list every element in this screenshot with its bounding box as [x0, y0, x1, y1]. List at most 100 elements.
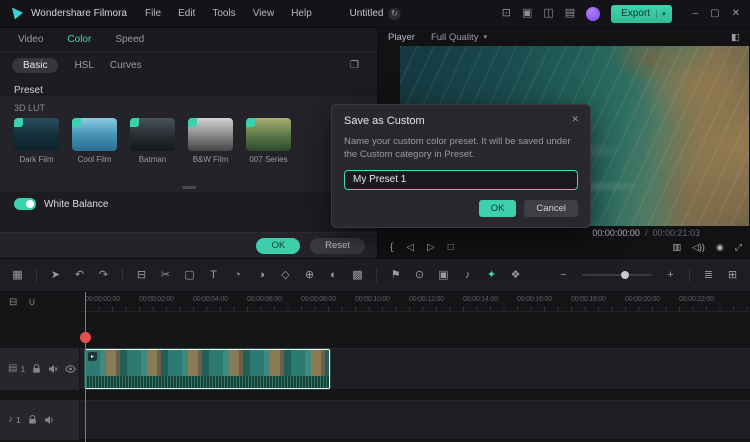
mark-in-icon[interactable]: {: [390, 242, 393, 253]
lut-item-bw-film[interactable]: B&W Film: [188, 118, 233, 164]
crop-icon[interactable]: ▢: [184, 269, 195, 281]
tab-speed[interactable]: Speed: [115, 34, 144, 45]
lut-item-batman[interactable]: Batman: [130, 118, 175, 164]
snap-icon[interactable]: ∪: [28, 297, 35, 308]
motion-track-icon[interactable]: ⊕: [304, 269, 315, 281]
white-balance-toggle[interactable]: [14, 198, 36, 210]
lut-section-title: 3D LUT: [14, 103, 46, 113]
preset-name-input[interactable]: [344, 169, 578, 190]
keyframe-icon[interactable]: ◇: [280, 269, 291, 281]
ruler-timestamp: 00:00:06:00: [247, 296, 282, 303]
zoom-out-icon[interactable]: −: [558, 269, 569, 281]
fit-timeline-icon[interactable]: ⊞: [727, 269, 738, 281]
notifications-icon[interactable]: ▤: [565, 8, 575, 19]
play-icon[interactable]: ▷: [427, 242, 435, 253]
undo-icon[interactable]: ↶: [74, 269, 85, 281]
titlebar: Wondershare Filmora File Edit Tools View…: [0, 0, 750, 28]
split-icon[interactable]: ✂: [160, 269, 171, 281]
stop-icon[interactable]: □: [448, 242, 454, 253]
resources-icon[interactable]: ◫: [543, 8, 553, 19]
video-track-header[interactable]: ▤ 1: [0, 348, 80, 390]
lut-item-dark-film[interactable]: Dark Film: [14, 118, 59, 164]
lut-thumb-007-series[interactable]: [246, 118, 291, 151]
menu-item-help[interactable]: Help: [291, 8, 312, 19]
lut-thumb-bw-film[interactable]: [188, 118, 233, 151]
redo-icon[interactable]: ↷: [98, 269, 109, 281]
screen-record-icon[interactable]: ▣: [522, 8, 532, 19]
pointer-icon[interactable]: ➤: [50, 269, 61, 281]
subtab-curves[interactable]: Curves: [110, 60, 142, 71]
tab-color[interactable]: Color: [67, 34, 91, 45]
lut-item-007-series[interactable]: 007 Series: [246, 118, 291, 164]
marker-icon[interactable]: ⚑: [390, 269, 401, 281]
delete-icon[interactable]: ⊟: [136, 269, 147, 281]
audio-track-header[interactable]: ♪ 1: [0, 400, 80, 440]
avatar[interactable]: [586, 6, 601, 21]
display-icon[interactable]: ▥: [673, 242, 682, 253]
lut-badge-icon: [14, 118, 23, 127]
mute-icon[interactable]: [48, 364, 58, 374]
voiceover-icon[interactable]: ⊙: [414, 269, 425, 281]
zoom-in-icon[interactable]: +: [665, 269, 676, 281]
prev-frame-icon[interactable]: ◁: [406, 242, 414, 253]
volume-icon[interactable]: [44, 415, 54, 425]
quality-dropdown[interactable]: Full Quality ▾: [431, 32, 487, 43]
dialog-ok-button[interactable]: OK: [478, 200, 517, 217]
zoom-slider[interactable]: [582, 271, 652, 279]
maximize-button[interactable]: ▢: [710, 8, 719, 19]
close-button[interactable]: ✕: [732, 8, 740, 19]
lut-item-cool-film[interactable]: Cool Film: [72, 118, 117, 164]
lut-thumb-batman[interactable]: [130, 118, 175, 151]
lock-icon[interactable]: [32, 364, 41, 374]
audio-mixer-icon[interactable]: ♪: [462, 269, 473, 281]
lut-thumb-dark-film[interactable]: [14, 118, 59, 151]
minimize-button[interactable]: –: [693, 8, 699, 19]
save-preset-icon[interactable]: ❐: [350, 60, 359, 71]
timeline-clip[interactable]: ▸: [85, 349, 330, 389]
volume-icon[interactable]: ◁)): [692, 242, 705, 253]
export-button[interactable]: Export ▾: [611, 4, 672, 23]
dialog-cancel-button[interactable]: Cancel: [524, 200, 578, 217]
subtab-hsl[interactable]: HSL: [74, 60, 93, 71]
export-dropdown-icon[interactable]: ▾: [656, 9, 666, 18]
dialog-message: Name your custom color preset. It will b…: [344, 136, 571, 160]
snapshot-icon[interactable]: ◉: [716, 242, 724, 253]
close-icon[interactable]: ✕: [571, 114, 579, 125]
track-options-icon[interactable]: ≣: [703, 269, 714, 281]
speed-icon[interactable]: ◔: [232, 269, 243, 281]
effects-icon[interactable]: ❖: [510, 269, 521, 281]
filmora-window: Wondershare Filmora File Edit Tools View…: [0, 0, 750, 442]
subtab-basic[interactable]: Basic: [12, 57, 59, 73]
fullscreen-icon[interactable]: ⤢: [735, 242, 742, 253]
visibility-icon[interactable]: [65, 365, 76, 373]
lut-expander-handle[interactable]: [181, 186, 196, 189]
color-icon[interactable]: ◑: [256, 269, 267, 281]
ok-button[interactable]: OK: [256, 237, 301, 254]
timeline-corner: ⊟ ∪: [0, 292, 80, 312]
text-icon[interactable]: T: [208, 269, 219, 281]
menu-item-view[interactable]: View: [253, 8, 275, 19]
timeline-ruler[interactable]: 00:00:00:00 00:00:02:00 00:00:04:00 00:0…: [80, 292, 750, 312]
record-screen-icon[interactable]: ▣: [438, 269, 449, 281]
mask-icon[interactable]: ◐: [328, 269, 339, 281]
tab-video[interactable]: Video: [18, 34, 43, 45]
menu-item-edit[interactable]: Edit: [178, 8, 195, 19]
ruler-timestamp: 00:00:02:00: [139, 296, 174, 303]
lut-thumb-cool-film[interactable]: [72, 118, 117, 151]
manage-tracks-icon[interactable]: ⊟: [9, 297, 17, 308]
zoom-slider-knob[interactable]: [620, 271, 629, 279]
ai-tools-icon[interactable]: ✦: [486, 269, 497, 281]
layout-icon[interactable]: ⊡: [502, 8, 511, 19]
lock-icon[interactable]: [28, 415, 37, 425]
reset-button[interactable]: Reset: [310, 237, 365, 254]
playhead-handle[interactable]: [80, 332, 91, 343]
playhead[interactable]: [85, 292, 86, 442]
titlebar-actions: ⊡ ▣ ◫ ▤ Export ▾ – ▢ ✕: [502, 4, 740, 23]
sync-status-icon[interactable]: ↻: [388, 7, 401, 20]
compare-view-icon[interactable]: ◧: [731, 32, 740, 43]
green-screen-icon[interactable]: ▩: [352, 269, 363, 281]
ruler-timestamp: 00:00:14:00: [463, 296, 498, 303]
media-icon[interactable]: ▦: [12, 269, 23, 281]
menu-item-file[interactable]: File: [145, 8, 161, 19]
menu-item-tools[interactable]: Tools: [212, 8, 235, 19]
